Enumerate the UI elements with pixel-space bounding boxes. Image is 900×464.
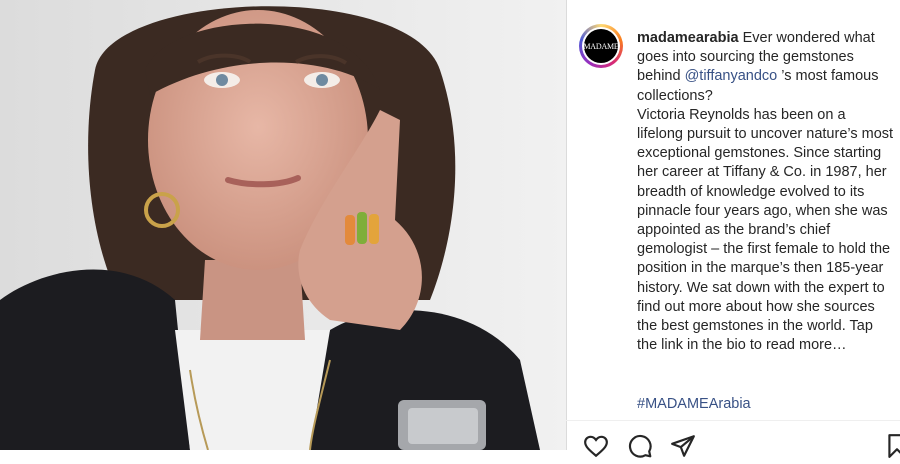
heart-icon[interactable] [583, 433, 609, 459]
avatar-logo: MADAME [583, 29, 619, 63]
username-link[interactable]: madamearabia [637, 30, 739, 46]
post-container: MADAME madamearabia Ever wondered what g… [0, 0, 900, 458]
caption-body: Victoria Reynolds has been on a lifelong… [637, 106, 894, 354]
hashtag-link[interactable]: #MADAMEArabia [637, 395, 751, 414]
mention-link[interactable]: @tiffanyandco [685, 68, 778, 84]
action-bar [566, 420, 900, 458]
avatar[interactable]: MADAME [582, 27, 620, 65]
portrait-illustration [0, 0, 566, 450]
comment-icon[interactable] [627, 433, 653, 459]
post-image[interactable] [0, 0, 566, 450]
share-icon[interactable] [670, 433, 696, 459]
post-caption: madamearabia Ever wondered what goes int… [637, 29, 895, 355]
bookmark-icon[interactable] [884, 433, 900, 459]
